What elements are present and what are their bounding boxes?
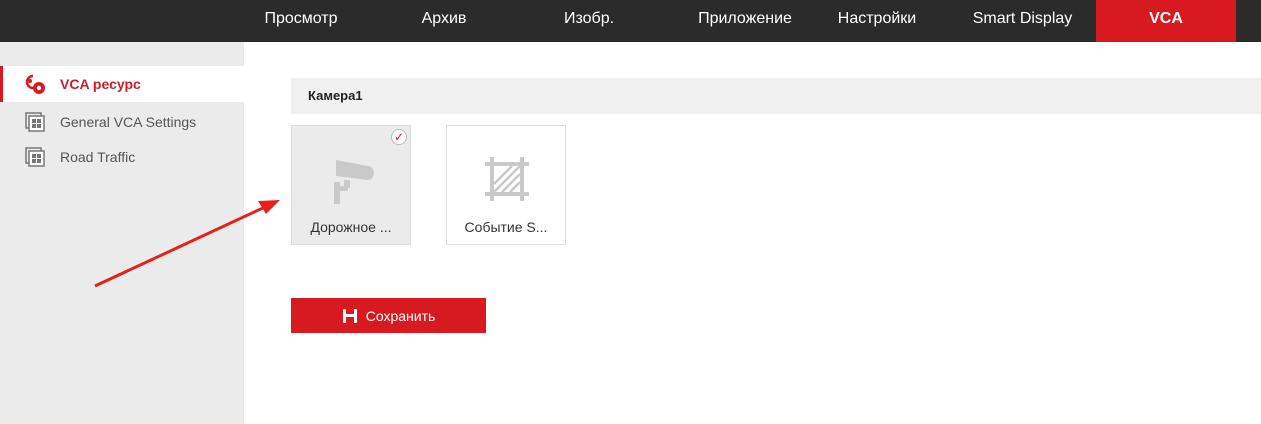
vca-card-road-traffic[interactable]: ✓ Дорожное ... [291,125,411,245]
save-icon [342,308,357,323]
top-nav: Просмотр Архив Изобр. Приложение Настрой… [0,0,1261,42]
vca-resource-icon [24,73,46,95]
nav-archive[interactable]: Архив [385,0,503,42]
check-icon: ✓ [391,129,407,145]
nav-image[interactable]: Изобр. [530,0,648,42]
sidebar: VCA ресурс General VCA Settings Road Tra… [0,42,244,424]
vca-card-event[interactable]: Событие S... [446,125,566,245]
nav-settings[interactable]: Настройки [818,0,936,42]
sidebar-item-general-vca-settings[interactable]: General VCA Settings [0,104,244,140]
save-label: Сохранить [365,307,436,324]
sidebar-item-vca-resource[interactable]: VCA ресурс [0,66,244,102]
nav-preview[interactable]: Просмотр [242,0,360,42]
nav-vca[interactable]: VCA [1096,0,1236,42]
nav-smart-display[interactable]: Smart Display [955,0,1090,42]
nav-application[interactable]: Приложение [670,0,820,42]
camera-header: Камера1 [291,78,1261,114]
camera-icon [334,160,374,204]
card-label: Событие S... [464,219,548,235]
grid-icon [24,111,46,133]
sidebar-item-label: VCA ресурс [60,76,141,92]
sidebar-item-road-traffic[interactable]: Road Traffic [0,139,244,175]
sidebar-item-label: Road Traffic [60,149,136,165]
grid-icon [24,146,46,168]
sidebar-item-label: General VCA Settings [60,114,197,130]
card-label: Дорожное ... [310,219,392,235]
save-button[interactable]: Сохранить [291,298,486,333]
region-icon [485,157,529,201]
